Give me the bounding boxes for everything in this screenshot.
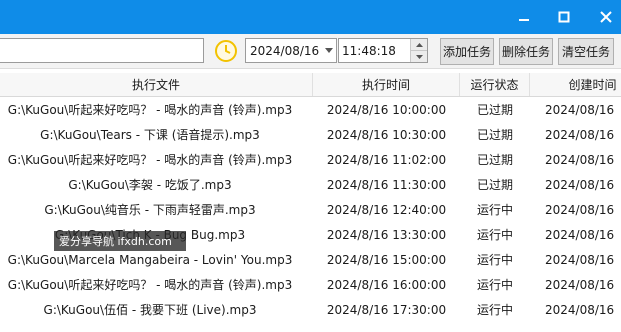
close-icon — [600, 11, 612, 23]
cell-created: 2024/08/16 — [545, 302, 615, 317]
column-header-file[interactable]: 执行文件 — [0, 73, 313, 96]
time-spin-buttons — [410, 39, 427, 62]
spin-down-icon[interactable] — [411, 50, 427, 62]
column-header-exec-time[interactable]: 执行时间 — [313, 73, 460, 96]
table-row[interactable]: G:\KuGou\伍佰 - 我要下班 (Live).mp3 2024/8/16 … — [0, 297, 621, 322]
cell-status: 运行中 — [476, 303, 513, 317]
cell-exec-time: 2024/8/16 15:00:00 — [326, 252, 447, 267]
date-picker[interactable]: 2024/08/16 — [245, 38, 337, 63]
cell-status: 运行中 — [476, 203, 513, 217]
cell-file: G:\KuGou\听起来好吃吗？ - 喝水的声音 (铃声).mp3 — [7, 103, 293, 117]
cell-exec-time: 2024/8/16 10:00:00 — [326, 102, 447, 117]
cell-exec-time: 2024/8/16 11:30:00 — [326, 177, 447, 192]
time-spinner[interactable]: 11:48:18 — [338, 38, 428, 63]
column-header-created[interactable]: 创建时间 — [530, 73, 621, 96]
clear-tasks-button[interactable]: 清空任务 — [558, 38, 614, 65]
close-button[interactable] — [588, 0, 621, 34]
cell-created: 2024/08/16 — [545, 177, 615, 192]
minimize-icon — [519, 19, 529, 21]
spin-up-icon[interactable] — [411, 39, 427, 50]
title-bar — [0, 0, 621, 34]
cell-status: 已过期 — [476, 128, 513, 142]
cell-created: 2024/08/16 — [545, 102, 615, 117]
file-path-input[interactable] — [0, 38, 204, 63]
cell-exec-time: 2024/8/16 10:30:00 — [326, 127, 447, 142]
cell-created: 2024/08/16 — [545, 127, 615, 142]
table-row[interactable]: G:\KuGou\听起来好吃吗？ - 喝水的声音 (铃声).mp3 2024/8… — [0, 147, 621, 172]
cell-file: G:\KuGou\李袈 - 吃饭了.mp3 — [68, 178, 232, 192]
table-row[interactable]: G:\KuGou\纯音乐 - 下雨声轻雷声.mp3 2024/8/16 12:4… — [0, 197, 621, 222]
table-row[interactable]: G:\KuGou\听起来好吃吗？ - 喝水的声音 (铃声).mp3 2024/8… — [0, 97, 621, 122]
add-task-button[interactable]: 添加任务 — [440, 38, 494, 65]
cell-exec-time: 2024/8/16 12:40:00 — [326, 202, 447, 217]
cell-status: 运行中 — [476, 253, 513, 267]
cell-created: 2024/08/16 — [545, 152, 615, 167]
cell-created: 2024/08/16 — [545, 202, 615, 217]
cell-status: 已过期 — [476, 178, 513, 192]
time-value: 11:48:18 — [342, 43, 396, 58]
cell-exec-time: 2024/8/16 11:02:00 — [326, 152, 447, 167]
table-row[interactable]: G:\KuGou\Tears - 下课 (语音提示).mp3 2024/8/16… — [0, 122, 621, 147]
cell-created: 2024/08/16 — [545, 277, 615, 292]
maximize-button[interactable] — [546, 0, 582, 34]
minimize-button[interactable] — [506, 0, 542, 34]
maximize-icon — [558, 11, 570, 23]
toolbar: 2024/08/16 11:48:18 添加任务 删除任务 清空任务 — [0, 34, 621, 69]
cell-status: 已过期 — [476, 153, 513, 167]
table-header: 执行文件 执行时间 运行状态 创建时间 — [0, 73, 621, 97]
cell-file: G:\KuGou\听起来好吃吗？ - 喝水的声音 (铃声).mp3 — [7, 278, 293, 292]
chevron-down-icon[interactable] — [322, 39, 336, 62]
cell-file: G:\KuGou\纯音乐 - 下雨声轻雷声.mp3 — [44, 203, 256, 217]
cell-file: G:\KuGou\听起来好吃吗？ - 喝水的声音 (铃声).mp3 — [7, 153, 293, 167]
cell-status: 运行中 — [476, 228, 513, 242]
date-value: 2024/08/16 — [250, 43, 320, 58]
cell-file: G:\KuGou\伍佰 - 我要下班 (Live).mp3 — [43, 303, 257, 317]
delete-task-button[interactable]: 删除任务 — [499, 38, 553, 65]
cell-status: 运行中 — [476, 278, 513, 292]
column-header-status[interactable]: 运行状态 — [460, 73, 530, 96]
table-row[interactable]: G:\KuGou\听起来好吃吗？ - 喝水的声音 (铃声).mp3 2024/8… — [0, 272, 621, 297]
cell-exec-time: 2024/8/16 13:30:00 — [326, 227, 447, 242]
cell-exec-time: 2024/8/16 17:30:00 — [326, 302, 447, 317]
cell-file: G:\KuGou\Tears - 下课 (语音提示).mp3 — [40, 128, 260, 142]
cell-created: 2024/08/16 — [545, 227, 615, 242]
cell-status: 已过期 — [476, 103, 513, 117]
clock-icon — [214, 39, 238, 63]
table-row[interactable]: G:\KuGou\李袈 - 吃饭了.mp3 2024/8/16 11:30:00… — [0, 172, 621, 197]
cell-exec-time: 2024/8/16 16:00:00 — [326, 277, 447, 292]
cell-created: 2024/08/16 — [545, 252, 615, 267]
watermark: 爱分享导航 ifxdh.com — [54, 231, 186, 251]
